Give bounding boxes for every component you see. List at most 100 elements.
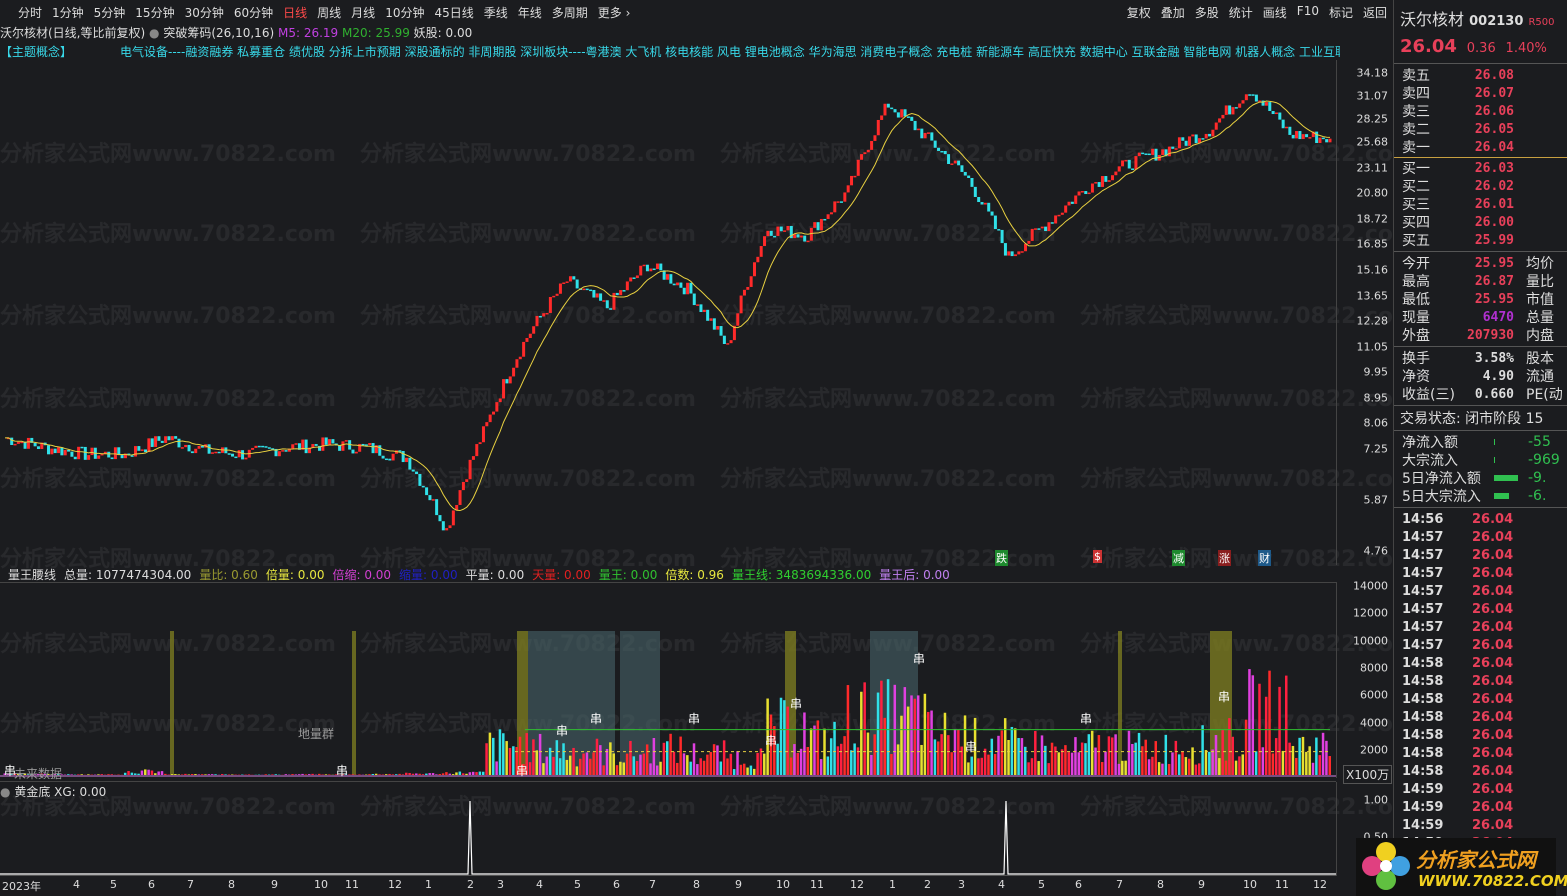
dlq-label: 地量群 [298, 727, 335, 741]
volume-bar [1084, 743, 1087, 775]
tick-row: 14:57 26.04 [1394, 564, 1567, 582]
volume-bar [970, 756, 973, 775]
volume-bar [304, 774, 308, 775]
gold-chart[interactable] [0, 796, 1336, 876]
volume-bar [786, 706, 789, 775]
volume-bar [746, 767, 749, 775]
toolbar-button[interactable]: 标记 [1329, 4, 1353, 21]
period-tab[interactable]: 1分钟 [52, 4, 84, 21]
toolbar-button[interactable]: 复权 [1127, 4, 1151, 21]
candle [431, 499, 435, 501]
candle [281, 450, 285, 452]
candle [829, 212, 833, 215]
tick-price: 26.04 [1472, 727, 1514, 743]
candle [1047, 222, 1051, 232]
volume-bar [1117, 763, 1121, 775]
candle [609, 308, 613, 310]
candle [890, 107, 894, 110]
period-tab[interactable]: 季线 [484, 4, 508, 21]
volume-tick: 8000 [1360, 661, 1388, 675]
candle [1271, 111, 1275, 115]
candle [853, 175, 857, 178]
stats1-row: 最低 25.95 市值 [1394, 290, 1567, 309]
yao-value: 妖股: 0.00 [413, 26, 473, 40]
volume-bar [461, 773, 465, 775]
volume-bar [558, 758, 562, 775]
volume-tick: 6000 [1360, 688, 1388, 702]
volume-bar [194, 774, 197, 775]
volume-bar [405, 772, 408, 775]
period-tab[interactable]: 5分钟 [94, 4, 126, 21]
volume-tick: 12000 [1353, 606, 1388, 620]
candle [659, 263, 663, 271]
candle [241, 450, 245, 460]
candle [806, 240, 810, 243]
period-tab[interactable]: 10分钟 [385, 4, 424, 21]
toolbar-button[interactable]: 多股 [1195, 4, 1219, 21]
candle [73, 456, 77, 460]
volume-bar [97, 774, 100, 775]
candle [1121, 160, 1125, 167]
candle [937, 147, 941, 151]
period-tab[interactable]: 60分钟 [234, 4, 273, 21]
period-tab[interactable]: 更多 › [598, 4, 631, 21]
period-tab[interactable]: 日线 [283, 4, 307, 21]
row-value: 3.58% [1474, 350, 1514, 366]
period-tab[interactable]: 月线 [351, 4, 375, 21]
candle [1274, 112, 1278, 115]
volume-chart[interactable]: 串串串串串 串串串串串串串 [0, 582, 1336, 778]
volume-bar [428, 773, 431, 775]
period-tab[interactable]: 分时 [18, 4, 42, 21]
volume-bar [220, 774, 224, 775]
volume-bar [1087, 734, 1091, 775]
volume-bar [592, 752, 595, 775]
volume-bar [200, 774, 204, 775]
period-tab[interactable]: 周线 [317, 4, 341, 21]
time-tick: 7 [187, 878, 194, 891]
volume-bar [739, 764, 743, 775]
price-tick: 4.76 [1363, 544, 1389, 558]
period-tab[interactable]: 30分钟 [185, 4, 224, 21]
period-tab[interactable]: 年线 [518, 4, 542, 21]
asks-row: 卖四 26.07 [1394, 84, 1567, 103]
candle [110, 457, 114, 460]
volume-bar [144, 769, 147, 775]
period-tab[interactable]: 45日线 [434, 4, 473, 21]
flow-value: -9. [1528, 470, 1547, 486]
price-chart[interactable] [0, 60, 1336, 565]
candle [655, 263, 659, 270]
candle [170, 436, 174, 441]
toolbar-button[interactable]: 统计 [1229, 4, 1253, 21]
toolbar-button[interactable]: F10 [1297, 4, 1319, 21]
signal-marker: 财 [1258, 550, 1271, 566]
row-value: 26.01 [1474, 196, 1514, 212]
time-tick: 2 [467, 878, 474, 891]
candle [987, 202, 991, 212]
volume-bar [398, 773, 401, 775]
candle [833, 201, 837, 213]
candle [471, 456, 475, 460]
tick-price: 26.04 [1472, 583, 1514, 599]
logo-url: WWW.70822.COM [1418, 872, 1567, 890]
concept-header[interactable]: 【主题概念】 [0, 45, 72, 59]
candle [558, 283, 562, 294]
volume-bar [80, 774, 83, 775]
candle [799, 235, 803, 238]
chuan-marker: 串 [1080, 712, 1092, 726]
volume-bar [1241, 754, 1245, 775]
period-tab[interactable]: 15分钟 [135, 4, 174, 21]
candle [1067, 201, 1071, 206]
volume-bar [960, 746, 963, 775]
indicator-name[interactable]: 突破筹码(26,10,16) [163, 26, 274, 40]
toolbar-button[interactable]: 叠加 [1161, 4, 1185, 21]
toolbar-button[interactable]: 画线 [1263, 4, 1287, 21]
indicator-icon[interactable]: ● [149, 26, 159, 40]
candle [1244, 94, 1248, 101]
period-tab[interactable]: 多周期 [552, 4, 588, 21]
candle [10, 437, 14, 445]
candle [435, 499, 439, 516]
volume-bar [1003, 718, 1007, 775]
toolbar-button[interactable]: 返回 [1363, 4, 1387, 21]
volume-bar [107, 774, 110, 775]
candle [391, 453, 395, 461]
